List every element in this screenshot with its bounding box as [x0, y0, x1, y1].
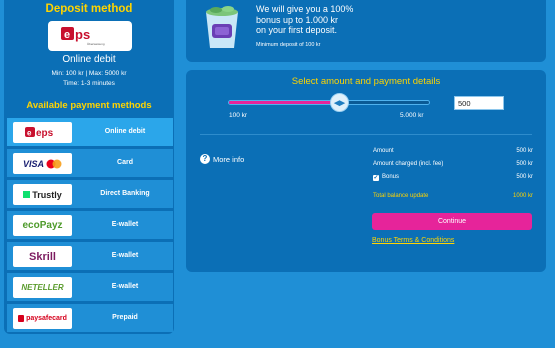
payment-method-skrill[interactable]: Skrill E-wallet [7, 242, 173, 270]
eps-logo-icon: e eps [13, 122, 72, 143]
eps-sub: Überweisung [87, 42, 105, 46]
visa-mastercard-logo-icon: VISA [13, 153, 72, 174]
deposit-method-panel: Deposit method e ps Überweisung Online d… [4, 0, 174, 334]
bonus-line-2: bonus up to 1.000 kr [256, 14, 339, 25]
more-info-label: More info [213, 154, 245, 164]
summary-bonus-label: Bonus [382, 174, 400, 180]
trustly-logo-icon: Trustly [13, 184, 72, 205]
payment-method-label: Direct Banking [100, 190, 150, 197]
selected-method-name: Online debit [62, 54, 116, 65]
bonus-line-1: We will give you a 100% [256, 4, 354, 14]
summary-charged-label: Amount charged (incl. fee) [373, 161, 444, 167]
available-methods-title: Available payment methods [26, 100, 152, 111]
summary-amount-label: Amount [373, 148, 394, 154]
summary-charged-value: 500 kr [516, 161, 533, 167]
selected-method-logo: e ps Überweisung [48, 21, 132, 51]
paysafecard-logo-icon: paysafecard [13, 308, 72, 329]
amount-input[interactable] [454, 96, 504, 110]
ecopayz-logo-icon: ecoPayz [13, 215, 72, 236]
selected-method-time: Time: 1-3 minutes [63, 80, 115, 87]
skrill-logo-icon: Skrill [13, 246, 72, 267]
cash-cup-icon [206, 6, 238, 48]
neteller-logo-icon: NETELLER [13, 277, 72, 298]
payment-method-label: E-wallet [111, 283, 139, 290]
payment-details-panel: Select amount and payment details ◀▶ 100… [186, 70, 546, 272]
summary-total-label: Total balance update [373, 193, 429, 199]
payment-details-title: Select amount and payment details [291, 76, 441, 87]
minimum-deposit-note: Minimum deposit of 100 kr [256, 42, 321, 48]
payment-method-label: Prepaid [112, 314, 138, 321]
bonus-line-3: on your first deposit. [256, 25, 338, 35]
eps-logo-icon: e ps Überweisung [61, 27, 105, 46]
payment-method-label: E-wallet [111, 221, 139, 228]
payment-method-trustly[interactable]: Trustly Direct Banking [7, 180, 173, 208]
svg-text:e: e [64, 29, 70, 41]
amount-slider-fill [229, 101, 339, 104]
slider-min-label: 100 kr [229, 112, 248, 119]
help-icon: ? [200, 154, 210, 164]
payment-method-list: e eps Online debit VISA Card Trustly Dir… [7, 118, 173, 335]
payment-method-paysafecard[interactable]: paysafecard Prepaid [7, 304, 173, 332]
svg-text:e: e [27, 128, 32, 137]
payment-method-label: E-wallet [111, 252, 139, 259]
payment-method-eps[interactable]: e eps Online debit [7, 118, 173, 146]
divider [200, 134, 532, 135]
slider-max-label: 5.000 kr [400, 112, 424, 119]
summary-bonus-row: ✓ Bonus 500 kr [373, 174, 533, 181]
payment-method-visa[interactable]: VISA Card [7, 149, 173, 177]
summary-amount-value: 500 kr [516, 148, 533, 154]
payment-method-ecopayz[interactable]: ecoPayz E-wallet [7, 211, 173, 239]
svg-text:ps: ps [75, 27, 90, 42]
bonus-terms-link[interactable]: Bonus Terms & Conditions [372, 237, 454, 244]
amount-slider[interactable]: ◀▶ [228, 93, 430, 112]
summary-total-row: Total balance update 1000 kr [373, 193, 533, 199]
summary-charged-row: Amount charged (incl. fee) 500 kr [373, 161, 533, 167]
svg-text:eps: eps [36, 128, 54, 139]
deposit-method-title: Deposit method [45, 3, 133, 15]
summary-amount-row: Amount 500 kr [373, 148, 533, 154]
bonus-text: We will give you a 100% bonus up to 1.00… [256, 4, 353, 36]
amount-slider-handle[interactable]: ◀▶ [330, 93, 349, 112]
more-info-link[interactable]: ? More info [200, 154, 244, 164]
selected-method-limits: Min: 100 kr | Max: 5000 kr [51, 70, 127, 77]
continue-button[interactable]: Continue [372, 213, 532, 230]
summary-bonus-value: 500 kr [516, 174, 533, 180]
bonus-checkbox[interactable]: ✓ [373, 175, 379, 181]
summary-total-value: 1000 kr [512, 193, 533, 199]
bonus-banner: We will give you a 100% bonus up to 1.00… [186, 0, 546, 62]
payment-method-label: Card [117, 159, 133, 166]
payment-method-neteller[interactable]: NETELLER E-wallet [7, 273, 173, 301]
payment-method-label: Online debit [104, 128, 146, 135]
